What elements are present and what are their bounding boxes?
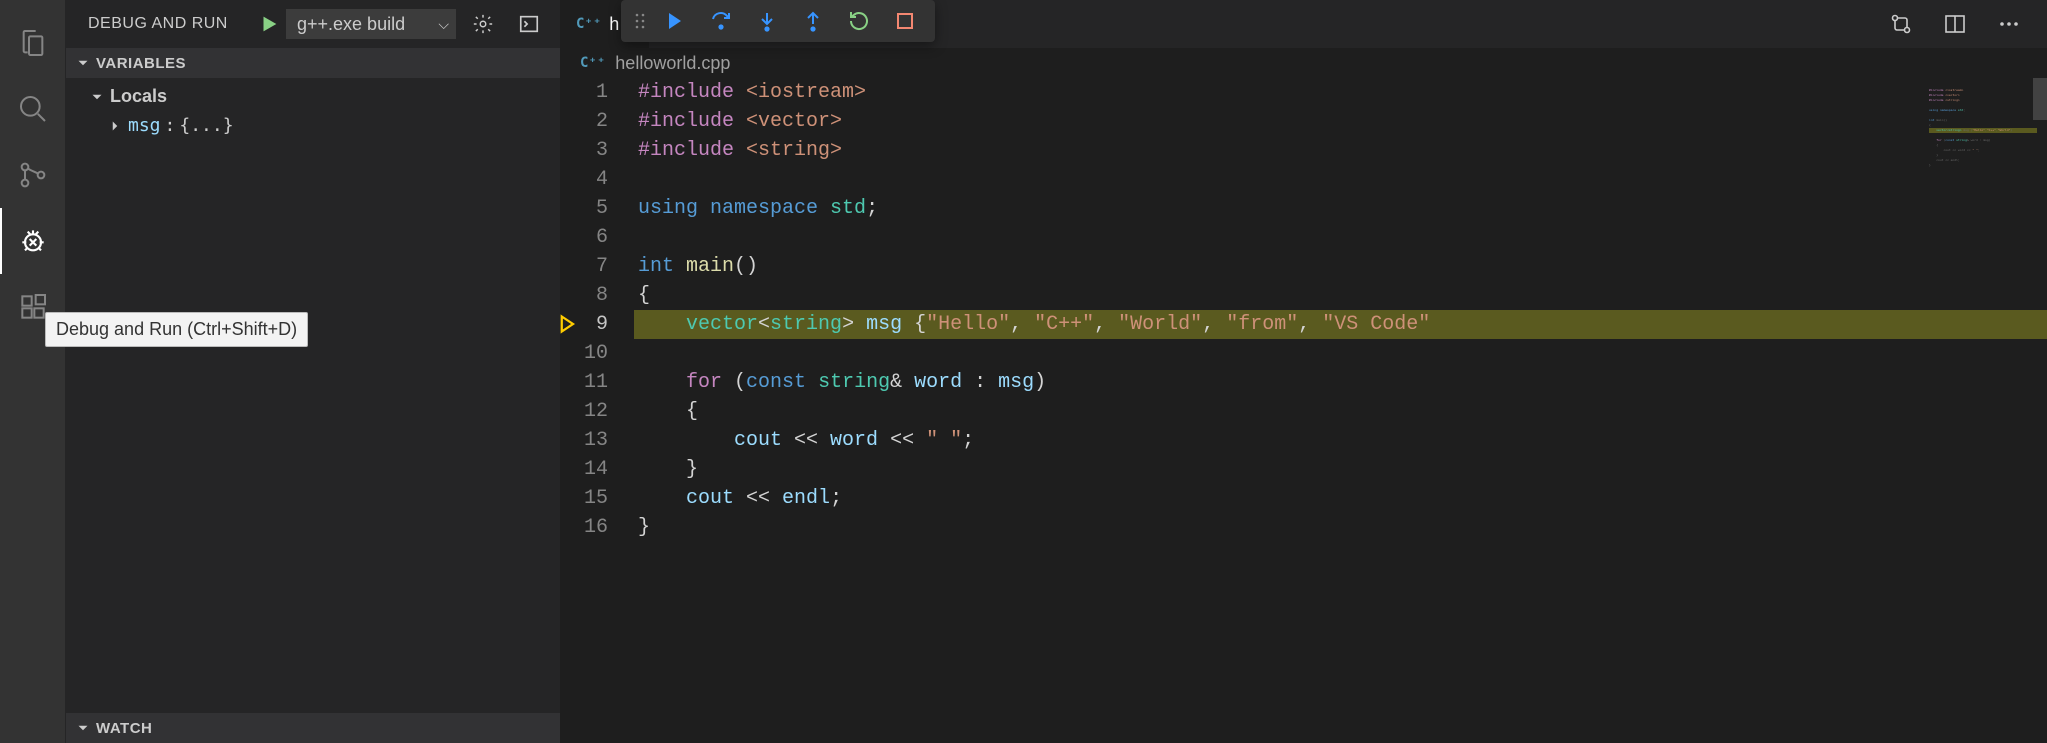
- line-number: 2: [560, 107, 608, 136]
- minimap[interactable]: #include <iostream> #include <vector> #i…: [1923, 84, 2043, 264]
- line-number: 14: [560, 455, 608, 484]
- variable-row[interactable]: msg: {...}: [66, 111, 560, 140]
- line-number: 3: [560, 136, 608, 165]
- gear-icon[interactable]: [464, 11, 502, 37]
- line-number: 1: [560, 78, 608, 107]
- line-number: 7: [560, 252, 608, 281]
- breadcrumb-file: helloworld.cpp: [615, 53, 730, 74]
- chevron-down-icon: [74, 54, 92, 72]
- chevron-right-icon: [106, 117, 124, 135]
- line-number: 9: [560, 310, 608, 339]
- debug-console-icon[interactable]: [510, 11, 548, 37]
- code-content[interactable]: #include <iostream> #include <vector> #i…: [634, 78, 2047, 743]
- breadcrumb[interactable]: C⁺⁺ helloworld.cpp: [560, 48, 2047, 78]
- editor-area: C⁺⁺ h C⁺⁺ helloworld.cpp 1 2 3: [560, 0, 2047, 743]
- line-number: 12: [560, 397, 608, 426]
- line-number: 15: [560, 484, 608, 513]
- line-number: 13: [560, 426, 608, 455]
- activity-search[interactable]: [0, 76, 66, 142]
- step-out-button[interactable]: [791, 0, 835, 42]
- line-number: 8: [560, 281, 608, 310]
- debug-sidebar: DEBUG AND RUN g++.exe build VARIABLES Lo…: [66, 0, 560, 743]
- tab-label: h: [609, 14, 619, 35]
- variables-body: Locals msg: {...}: [66, 78, 560, 144]
- activity-scm[interactable]: [0, 142, 66, 208]
- code-editor[interactable]: 1 2 3 4 5 6 7 8 9 10 11 12 13 14 15 16 #…: [560, 78, 2047, 743]
- start-debug-button[interactable]: [254, 11, 284, 37]
- step-into-button[interactable]: [745, 0, 789, 42]
- sidebar-title: DEBUG AND RUN: [78, 15, 228, 33]
- watch-label: WATCH: [96, 720, 152, 737]
- line-number: 11: [560, 368, 608, 397]
- variables-section-header[interactable]: VARIABLES: [66, 48, 560, 78]
- activity-debug[interactable]: [0, 208, 66, 274]
- restart-button[interactable]: [837, 0, 881, 42]
- line-number: 16: [560, 513, 608, 542]
- line-number: 5: [560, 194, 608, 223]
- variable-value: {...}: [179, 115, 233, 136]
- activity-bar: Debug and Run (Ctrl+Shift+D): [0, 0, 66, 743]
- debug-start-group: g++.exe build: [254, 9, 456, 39]
- line-gutter: 1 2 3 4 5 6 7 8 9 10 11 12 13 14 15 16: [560, 78, 634, 743]
- more-actions-icon[interactable]: [1989, 10, 2029, 38]
- continue-button[interactable]: [653, 0, 697, 42]
- drag-handle-icon[interactable]: [629, 11, 651, 31]
- chevron-down-icon: [88, 88, 106, 106]
- split-editor-icon[interactable]: [1935, 10, 1975, 38]
- tab-bar: C⁺⁺ h: [560, 0, 2047, 48]
- debug-toolbar: [621, 0, 935, 42]
- compare-changes-icon[interactable]: [1881, 10, 1921, 38]
- watch-section-header[interactable]: WATCH: [66, 713, 560, 743]
- current-execution-line: vector<string> msg {"Hello", "C++", "Wor…: [634, 310, 2047, 339]
- cpp-icon: C⁺⁺: [580, 55, 605, 71]
- cpp-icon: C⁺⁺: [576, 16, 601, 32]
- line-number: 4: [560, 165, 608, 194]
- scrollbar-thumb[interactable]: [2033, 78, 2047, 120]
- locals-scope[interactable]: Locals: [66, 82, 560, 111]
- variables-label: VARIABLES: [96, 55, 186, 72]
- debug-config-select[interactable]: g++.exe build: [286, 9, 456, 39]
- activity-tooltip: Debug and Run (Ctrl+Shift+D): [45, 312, 308, 347]
- stop-button[interactable]: [883, 0, 927, 42]
- variable-name: msg: [128, 115, 161, 136]
- locals-label: Locals: [110, 86, 167, 107]
- line-number: 6: [560, 223, 608, 252]
- editor-actions: [1881, 0, 2047, 48]
- chevron-down-icon: [74, 719, 92, 737]
- sidebar-header: DEBUG AND RUN g++.exe build: [66, 0, 560, 48]
- line-number: 10: [560, 339, 608, 368]
- activity-explorer[interactable]: [0, 10, 66, 76]
- step-over-button[interactable]: [699, 0, 743, 42]
